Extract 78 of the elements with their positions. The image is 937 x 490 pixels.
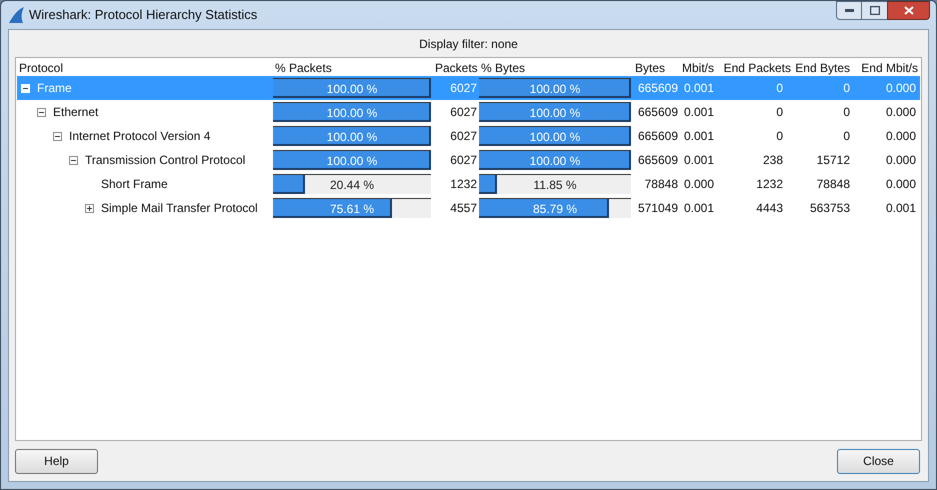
column-header[interactable]: End Bytes bbox=[793, 58, 852, 76]
percent-reading: 11.85 % bbox=[532, 176, 578, 194]
percent-reading: 85.79 % bbox=[532, 200, 578, 218]
table-cell-text: 1232 bbox=[755, 176, 784, 193]
column-header[interactable]: End Mbit/s bbox=[852, 58, 920, 76]
minimize-icon bbox=[844, 9, 854, 12]
protocol-name: Short Frame bbox=[101, 176, 168, 193]
percent-reading: 100.00 % bbox=[326, 104, 378, 122]
column-header[interactable]: % Packets bbox=[273, 58, 433, 76]
table-cell-text: 0.001 bbox=[683, 104, 716, 121]
table-cell-text: 78848 bbox=[644, 176, 679, 193]
table-cell-text: 78848 bbox=[816, 176, 851, 193]
percent-reading: 100.00 % bbox=[326, 80, 378, 98]
table-cell-text: 563753 bbox=[808, 200, 851, 217]
column-header[interactable]: Packets bbox=[433, 58, 479, 76]
table-cell-text: 0.000 bbox=[884, 176, 917, 193]
table-cell-text: 0 bbox=[842, 80, 851, 97]
close-icon bbox=[904, 6, 914, 15]
table-cell-text: 665609 bbox=[636, 152, 679, 169]
table-cell-text: 0 bbox=[842, 104, 851, 121]
table-cell-text: 1232 bbox=[449, 176, 478, 193]
close-button[interactable]: Close bbox=[837, 448, 920, 474]
percent-reading: 100.00 % bbox=[326, 152, 378, 170]
display-filter-label: Display filter: none bbox=[419, 36, 518, 52]
percent-reading: 75.61 % bbox=[328, 200, 376, 218]
table-cell-text: 0.001 bbox=[683, 80, 716, 97]
column-header[interactable]: Protocol bbox=[17, 58, 273, 76]
table-cell-text: 0.000 bbox=[884, 152, 917, 169]
protocol-name: Internet Protocol Version 4 bbox=[69, 128, 210, 145]
table-cell-text: 0 bbox=[842, 128, 851, 145]
table-cell-text: 0.000 bbox=[884, 128, 917, 145]
percent-reading: 100.00 % bbox=[528, 104, 582, 122]
table-cell-text: 6027 bbox=[449, 152, 478, 169]
percent-reading: 20.44 % bbox=[328, 176, 376, 194]
collapse-icon[interactable] bbox=[37, 108, 46, 116]
table-cell-text: 4443 bbox=[755, 200, 784, 217]
table-cell-text: 665609 bbox=[636, 80, 679, 97]
table-cell-text: 0 bbox=[775, 104, 784, 121]
percent-reading: 100.00 % bbox=[528, 152, 582, 170]
table-cell-text: 571049 bbox=[636, 200, 679, 217]
column-header[interactable]: Bytes bbox=[633, 58, 680, 76]
percent-reading: 100.00 % bbox=[528, 128, 582, 146]
column-header[interactable]: % Bytes bbox=[479, 58, 633, 76]
table-cell-text: 0 bbox=[775, 128, 784, 145]
protocol-name: Simple Mail Transfer Protocol bbox=[101, 200, 258, 217]
column-header[interactable]: End Packets bbox=[720, 58, 793, 76]
table-cell-text: 6027 bbox=[449, 80, 478, 97]
table-cell-text: 665609 bbox=[636, 104, 679, 121]
maximize-icon bbox=[870, 6, 880, 15]
percent-reading: 100.00 % bbox=[528, 80, 582, 98]
collapse-icon[interactable] bbox=[53, 132, 62, 140]
protocol-name: Transmission Control Protocol bbox=[85, 152, 246, 169]
table-cell-text: 0.001 bbox=[683, 128, 716, 145]
maximize-button[interactable] bbox=[862, 1, 887, 20]
shark-fin-icon bbox=[7, 6, 25, 24]
protocol-name: Frame bbox=[37, 80, 72, 97]
table-cell-text: 0 bbox=[775, 80, 784, 97]
expand-icon[interactable] bbox=[85, 204, 94, 212]
help-button[interactable]: Help bbox=[15, 448, 98, 474]
table-cell-text: 6027 bbox=[449, 128, 478, 145]
table-cell-text: 4557 bbox=[449, 200, 478, 217]
protocol-name: Ethernet bbox=[53, 104, 98, 121]
table-cell-text: 0.000 bbox=[884, 104, 917, 121]
table-cell-text: 0.001 bbox=[884, 200, 917, 217]
table-cell-text: 15712 bbox=[816, 152, 851, 169]
table-cell-text: 238 bbox=[762, 152, 784, 169]
window-title: Wireshark: Protocol Hierarchy Statistics bbox=[29, 6, 258, 24]
table-cell-text: 665609 bbox=[636, 128, 679, 145]
table-cell-text: 0.001 bbox=[683, 200, 716, 217]
minimize-button[interactable] bbox=[836, 1, 862, 20]
close-window-button[interactable] bbox=[887, 1, 930, 20]
collapse-icon[interactable] bbox=[69, 156, 78, 164]
table-cell-text: 6027 bbox=[449, 104, 478, 121]
table-cell-text: 0.000 bbox=[683, 176, 716, 193]
table-cell-text: 0.001 bbox=[683, 152, 716, 169]
percent-reading: 100.00 % bbox=[326, 128, 378, 146]
column-header[interactable]: Mbit/s bbox=[680, 58, 720, 76]
table-cell-text: 0.000 bbox=[884, 80, 917, 97]
